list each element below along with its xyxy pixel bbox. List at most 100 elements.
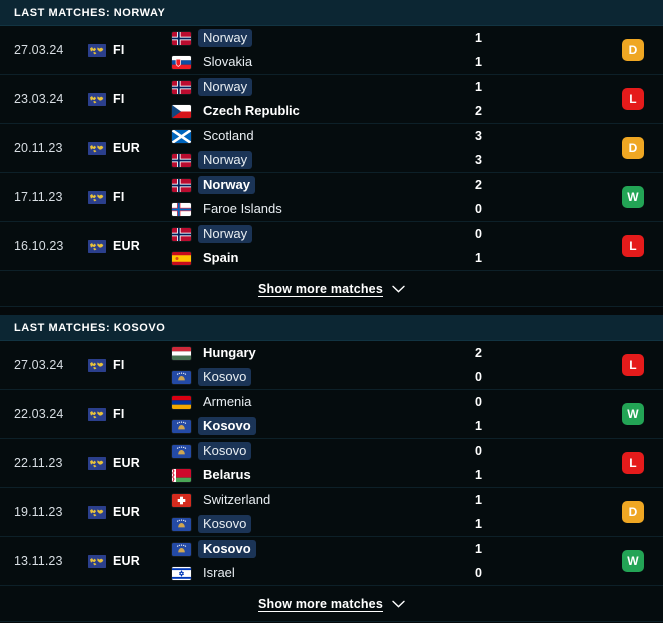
competition-cell[interactable]: EUR [88,141,160,155]
flag-icon-fo [172,202,191,216]
team-line-home[interactable]: Norway [172,176,433,194]
flag-icon-xk [172,517,191,531]
score-home: 2 [475,346,482,360]
team-line-away[interactable]: Slovakia [172,54,433,71]
flag-icon-no [172,80,191,94]
scores-cell: 1 1 [433,492,603,533]
show-more-label: Show more matches [258,596,383,611]
flag-icon-il [172,566,191,580]
teams-cell: Hungary Kosovo [160,345,433,386]
competition-code: EUR [113,554,140,568]
table-row[interactable]: 20.11.23 EUR Scotland Norway 3 3 D [0,124,663,173]
score-away: 0 [475,566,482,580]
status-badge: L [622,88,644,110]
show-more-matches-button-norway[interactable]: Show more matches [0,271,663,307]
competition-cell[interactable]: FI [88,358,160,372]
scores-cell: 3 3 [433,128,603,169]
team-line-home[interactable]: Switzerland [172,492,433,509]
competition-cell[interactable]: EUR [88,239,160,253]
team-line-away[interactable]: Norway [172,151,433,169]
world-map-icon [88,358,106,372]
team-line-home[interactable]: Norway [172,29,433,47]
team-line-home[interactable]: Kosovo [172,442,433,460]
table-row[interactable]: 27.03.24 FI Hungary Kosovo 2 0 L [0,341,663,390]
team-line-away[interactable]: Israel [172,565,433,582]
team-line-away[interactable]: Belarus [172,467,433,484]
teams-cell: Norway Czech Republic [160,78,433,120]
flag-icon-xk [172,444,191,458]
team-name-away: Slovakia [203,54,253,69]
teams-cell: Norway Slovakia [160,29,433,71]
result-cell: D [603,501,663,523]
team-name-home: Norway [198,29,253,47]
team-name-away: Kosovo [198,515,252,533]
team-name-away: Faroe Islands [203,201,282,216]
team-line-home[interactable]: Norway [172,225,433,243]
scores-cell: 1 0 [433,541,603,582]
team-name-away: Israel [203,565,235,580]
competition-code: EUR [113,239,140,253]
table-row[interactable]: 16.10.23 EUR Norway Spain 0 1 L [0,222,663,271]
flag-icon-xk [172,370,191,384]
flag-icon-no [172,178,191,192]
teams-cell: Kosovo Israel [160,540,433,582]
result-cell: L [603,88,663,110]
team-line-away[interactable]: Kosovo [172,368,433,386]
table-row[interactable]: 22.11.23 EUR Kosovo Belarus 0 1 L [0,439,663,488]
table-row[interactable]: 23.03.24 FI Norway Czech Republic 1 2 L [0,75,663,124]
competition-cell[interactable]: FI [88,43,160,57]
world-map-icon [88,92,106,106]
table-row[interactable]: 22.03.24 FI Armenia Kosovo 0 1 W [0,390,663,439]
match-date: 22.11.23 [14,456,63,470]
show-more-matches-button-kosovo[interactable]: Show more matches [0,586,663,622]
team-line-home[interactable]: Armenia [172,394,433,411]
team-line-away[interactable]: Kosovo [172,417,433,435]
flag-icon-hu [172,346,191,360]
scores-cell: 1 1 [433,30,603,71]
competition-cell[interactable]: EUR [88,554,160,568]
table-row[interactable]: 17.11.23 FI Norway Faroe Islands 2 0 W [0,173,663,222]
section-header-norway: LAST MATCHES: NORWAY [0,0,663,26]
competition-cell[interactable]: EUR [88,456,160,470]
result-cell: L [603,452,663,474]
competition-cell[interactable]: FI [88,92,160,106]
score-home: 2 [475,178,482,192]
matches-list-norway: 27.03.24 FI Norway Slovakia 1 1 D 23.03.… [0,26,663,271]
match-date: 23.03.24 [14,92,64,106]
teams-cell: Norway Spain [160,225,433,267]
team-name-away: Kosovo [198,368,252,386]
flag-icon-xk [172,419,191,433]
competition-cell[interactable]: EUR [88,505,160,519]
team-line-away[interactable]: Czech Republic [172,103,433,120]
scores-cell: 0 1 [433,443,603,484]
team-line-home[interactable]: Kosovo [172,540,433,558]
competition-code: EUR [113,505,140,519]
score-away: 1 [475,517,482,531]
competition-code: FI [113,43,125,57]
competition-cell[interactable]: FI [88,190,160,204]
team-line-home[interactable]: Scotland [172,128,433,145]
table-row[interactable]: 27.03.24 FI Norway Slovakia 1 1 D [0,26,663,75]
status-badge: W [622,186,644,208]
world-map-icon [88,554,106,568]
table-row[interactable]: 19.11.23 EUR Switzerland Kosovo 1 1 D [0,488,663,537]
flag-icon-xk [172,542,191,556]
team-line-away[interactable]: Faroe Islands [172,201,433,218]
score-away: 1 [475,251,482,265]
scores-cell: 1 2 [433,79,603,120]
competition-cell[interactable]: FI [88,407,160,421]
team-line-home[interactable]: Hungary [172,345,433,362]
table-row[interactable]: 13.11.23 EUR Kosovo Israel 1 0 W [0,537,663,586]
teams-cell: Norway Faroe Islands [160,176,433,218]
team-name-away: Norway [198,151,253,169]
status-badge: L [622,354,644,376]
team-line-away[interactable]: Kosovo [172,515,433,533]
flag-icon-sco [172,129,191,143]
result-cell: D [603,137,663,159]
team-line-home[interactable]: Norway [172,78,433,96]
world-map-icon [88,456,106,470]
teams-cell: Kosovo Belarus [160,442,433,484]
score-away: 3 [475,153,482,167]
team-line-away[interactable]: Spain [172,250,433,267]
team-name-home: Norway [198,225,253,243]
